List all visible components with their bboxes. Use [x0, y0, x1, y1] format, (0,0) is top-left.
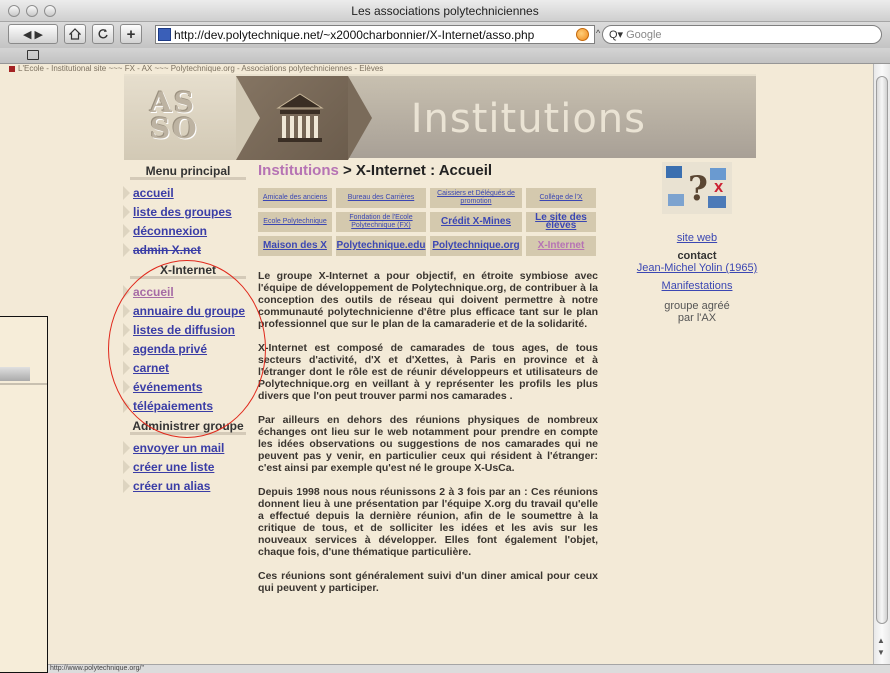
- nav-link[interactable]: envoyer un mail: [133, 441, 224, 455]
- inst-button[interactable]: Polytechnique.org: [430, 236, 522, 256]
- nav-link[interactable]: créer une liste: [133, 460, 214, 474]
- search-placeholder: Google: [626, 28, 662, 41]
- scrollbar-thumb[interactable]: [876, 76, 888, 624]
- banner-title: Institutions: [410, 96, 646, 142]
- book-icon[interactable]: [27, 50, 39, 60]
- agree-line-1: groupe agréé: [664, 300, 730, 312]
- page-banner: AS SO Institutions: [124, 74, 756, 160]
- manifestations-link[interactable]: Manifestations: [608, 280, 786, 292]
- search-field[interactable]: Q▾ Google: [602, 25, 882, 44]
- breadcrumb[interactable]: L'Ecole - Institutional site ~~~ FX - AX…: [18, 64, 383, 73]
- reload-icon[interactable]: [92, 24, 114, 44]
- inst-button[interactable]: Crédit X-Mines: [430, 212, 522, 232]
- chevron-right-icon: [122, 440, 132, 455]
- title-crumb-link[interactable]: Institutions: [258, 162, 339, 179]
- paragraph: Par ailleurs en dehors des réunions phys…: [258, 414, 598, 474]
- background-window-divider: [0, 383, 47, 385]
- nav-item-accueil[interactable]: accueil: [122, 183, 246, 202]
- address-dropdown-icon[interactable]: ^: [596, 28, 600, 38]
- paragraph: X-Internet est composé de camarades de t…: [258, 342, 598, 402]
- nav-item-creer-alias[interactable]: créer un alias: [122, 476, 246, 495]
- chevron-right-icon: [122, 242, 132, 257]
- window-title: Les associations polytechniciennes: [351, 4, 539, 18]
- inst-button[interactable]: Maison des X: [258, 236, 332, 256]
- search-prefix: Q▾: [609, 29, 624, 41]
- window-titlebar: Les associations polytechniciennes: [0, 0, 890, 22]
- scroll-up-icon[interactable]: ▲: [877, 636, 885, 645]
- nav-link[interactable]: liste des groupes: [133, 205, 232, 219]
- main-content: Institutions > X-Internet : Accueil Amic…: [258, 162, 598, 594]
- institution-buttons: Amicale des anciens Bureau des Carrières…: [258, 188, 598, 256]
- background-window-bar: [0, 367, 30, 381]
- asso-logo[interactable]: AS SO: [124, 76, 236, 160]
- vertical-scrollbar[interactable]: ▲ ▼: [873, 64, 890, 664]
- svg-text:X: X: [714, 181, 724, 195]
- nav-link[interactable]: créer un alias: [133, 479, 210, 493]
- inst-button[interactable]: Collège de l'X: [526, 188, 596, 208]
- agree-line-2: par l'AX: [677, 312, 717, 324]
- inst-button[interactable]: Fondation de l'Ecole Polytechnique (FX): [336, 212, 426, 232]
- background-window[interactable]: [0, 316, 48, 673]
- nav-link[interactable]: accueil: [133, 186, 174, 200]
- site-favicon-icon: [158, 28, 171, 41]
- paragraph: Le groupe X-Internet a pour objectif, en…: [258, 270, 598, 330]
- nav-item-creer-liste[interactable]: créer une liste: [122, 457, 246, 476]
- browser-toolbar: ◀ ▶ + http://dev.polytechnique.net/~x200…: [0, 22, 890, 48]
- annotation-circle: [108, 260, 266, 438]
- nav-link[interactable]: admin X.net: [133, 243, 201, 257]
- paragraph: Ces réunions sont généralement suivi d'u…: [258, 570, 598, 594]
- chevron-right-icon: [122, 478, 132, 493]
- contact-name-link[interactable]: Jean-Michel Yolin (1965): [608, 262, 786, 274]
- logo-text-2: SO: [150, 112, 199, 145]
- back-forward-button[interactable]: ◀ ▶: [8, 24, 58, 44]
- temple-icon: [276, 93, 324, 142]
- bookmarks-bar: [0, 48, 890, 64]
- add-bookmark-icon[interactable]: +: [120, 24, 142, 44]
- chevron-right-icon: [122, 459, 132, 474]
- chevron-right-icon: [122, 185, 132, 200]
- xinternet-logo-icon: ? X: [662, 162, 732, 214]
- nav-item-liste-groupes[interactable]: liste des groupes: [122, 202, 246, 221]
- address-bar[interactable]: http://dev.polytechnique.net/~x2000charb…: [155, 25, 595, 44]
- inst-button[interactable]: Bureau des Carrières: [336, 188, 426, 208]
- nav-item-deconnexion[interactable]: déconnexion: [122, 221, 246, 240]
- inst-button-current[interactable]: X-Internet: [526, 236, 596, 256]
- right-column: ? X site web contact Jean-Michel Yolin (…: [608, 162, 786, 324]
- chevron-right-icon: [122, 204, 132, 219]
- status-bar: http://www.polytechnique.org/": [0, 664, 890, 673]
- home-icon[interactable]: [64, 24, 86, 44]
- banner-arrow-2: [348, 76, 372, 160]
- rss-icon[interactable]: [576, 28, 589, 41]
- inst-button[interactable]: Polytechnique.edu: [336, 236, 426, 256]
- paragraph: Depuis 1998 nous nous réunissons 2 à 3 f…: [258, 486, 598, 558]
- inst-button[interactable]: Ecole Polytechnique: [258, 212, 332, 232]
- page-title: Institutions > X-Internet : Accueil: [258, 162, 598, 184]
- xinternet-logo[interactable]: ? X: [662, 162, 732, 214]
- inst-button[interactable]: Amicale des anciens: [258, 188, 332, 208]
- svg-text:?: ?: [688, 169, 708, 209]
- title-text: > X-Internet : Accueil: [338, 162, 493, 179]
- inst-button[interactable]: Caissiers et Délégués de promotion: [430, 188, 522, 208]
- nav-link[interactable]: déconnexion: [133, 224, 207, 238]
- main-menu-heading: Menu principal: [130, 160, 246, 180]
- chevron-right-icon: [122, 223, 132, 238]
- inst-button[interactable]: Le site des élèves: [526, 212, 596, 232]
- breadcrumb-marker-icon: [9, 66, 15, 72]
- nav-item-admin-xnet[interactable]: admin X.net: [122, 240, 246, 259]
- contact-label: contact: [677, 250, 717, 262]
- site-web-link[interactable]: site web: [608, 232, 786, 244]
- address-url: http://dev.polytechnique.net/~x2000charb…: [174, 27, 535, 42]
- banner-arrow: [236, 76, 260, 160]
- page-viewport: L'Ecole - Institutional site ~~~ FX - AX…: [0, 64, 873, 664]
- scroll-down-icon[interactable]: ▼: [877, 648, 885, 657]
- nav-item-envoyer-mail[interactable]: envoyer un mail: [122, 438, 246, 457]
